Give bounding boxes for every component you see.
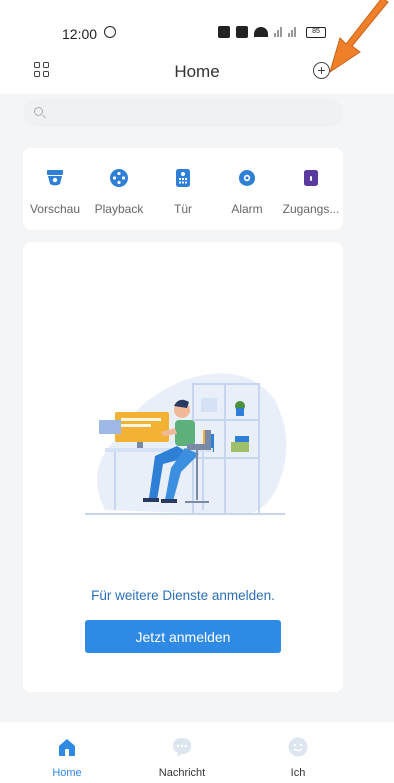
battery-icon: 85 [306,26,326,38]
status-icons: 85 [218,25,326,39]
door-intercom-icon [176,169,190,187]
login-button[interactable]: Jetzt anmelden [85,620,281,653]
wifi-icon [254,27,268,37]
tab-label: Ich [290,767,306,779]
tab-label: Nachricht [158,767,206,779]
signal-icon-2 [288,27,296,37]
add-device-button[interactable]: + [313,62,330,79]
camera-icon [47,170,63,186]
login-prompt-text: Für weitere Dienste anmelden. [91,588,275,603]
status-time: 12:00 [62,26,98,42]
search-input[interactable] [51,103,335,125]
quick-action-zugang[interactable]: Zugangs... [279,148,343,230]
tab-ich[interactable]: Ich [248,722,348,783]
search-bar[interactable] [23,99,343,127]
quick-action-alarm[interactable]: Alarm [215,148,279,230]
quick-action-tuer[interactable]: Tür [151,148,215,230]
quick-action-vorschau[interactable]: Vorschau [23,148,87,230]
quick-actions-card: Vorschau Playback Tür Alarm Zugangs... [23,148,343,230]
alarm-clock-icon [218,26,230,38]
playback-icon [110,169,128,187]
access-control-icon [304,170,318,186]
status-bar: 12:00 85 [0,0,394,46]
quick-action-label: Zugangs... [282,202,340,216]
mute-icon [236,26,248,38]
whatsapp-icon [104,26,116,38]
search-icon [34,107,43,116]
message-icon [173,738,191,757]
person-at-desk-illustration [85,373,287,515]
tab-home[interactable]: Home [17,722,117,783]
login-prompt-card: Für weitere Dienste anmelden. Jetzt anme… [23,242,343,692]
page-title: Home [174,62,220,81]
profile-icon [288,737,308,757]
home-icon [59,739,75,756]
app-header: Home + [0,46,394,94]
bottom-tab-bar: Home Nachricht Ich [0,722,394,783]
tab-label: Home [52,767,82,779]
alarm-icon [239,170,255,186]
signal-icon [274,27,282,37]
tab-nachricht[interactable]: Nachricht [132,722,232,783]
quick-action-playback[interactable]: Playback [87,148,151,230]
